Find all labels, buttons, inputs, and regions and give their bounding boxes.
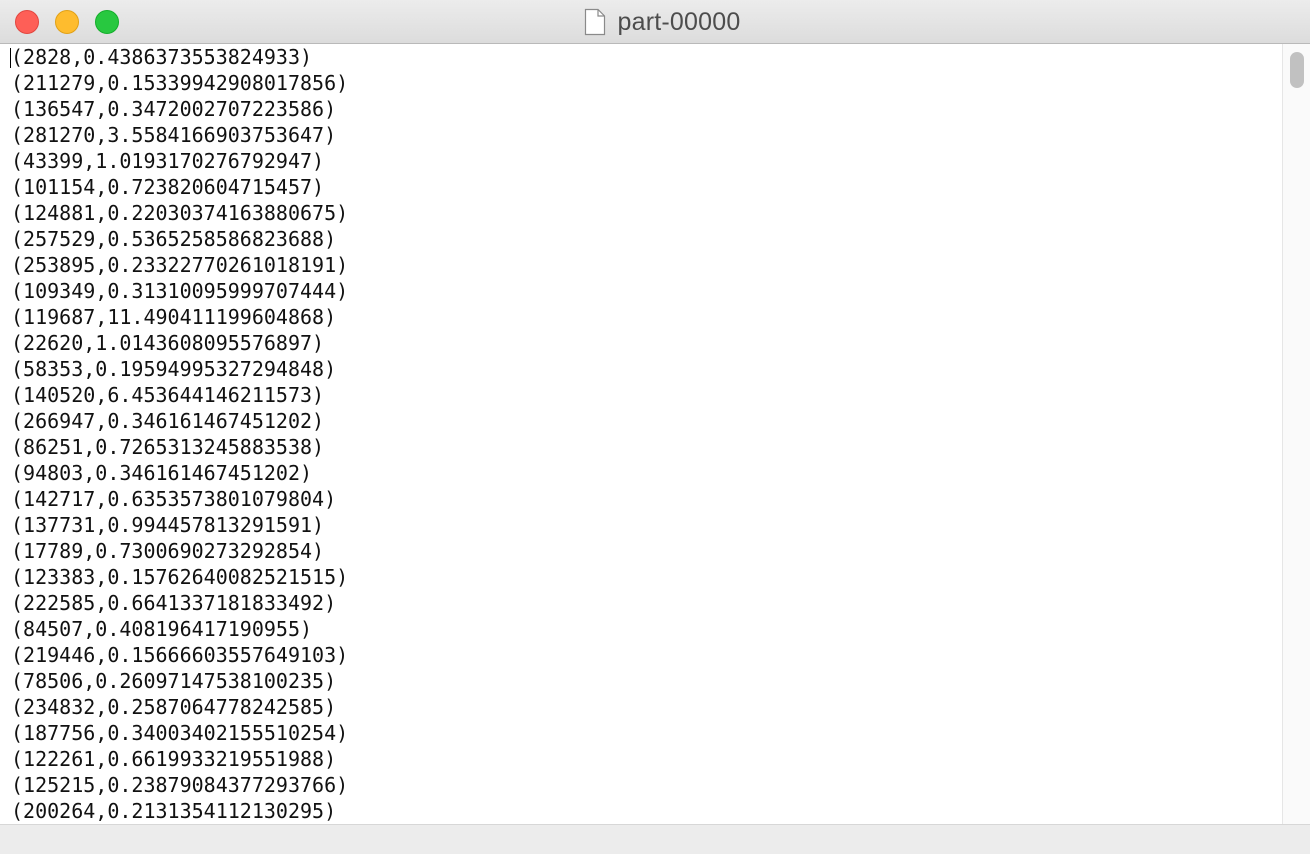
text-line[interactable]: (101154,0.723820604715457) xyxy=(11,174,348,200)
text-line[interactable]: (122261,0.6619933219551988) xyxy=(11,746,348,772)
vertical-scrollbar[interactable] xyxy=(1282,44,1310,824)
text-area[interactable]: (2828,0.4386373553824933) (211279,0.1533… xyxy=(0,44,1282,824)
text-line[interactable]: (211279,0.15339942908017856) xyxy=(11,70,348,96)
text-line[interactable]: (86251,0.7265313245883538) xyxy=(11,434,348,460)
text-line[interactable]: (257529,0.5365258586823688) xyxy=(11,226,348,252)
text-line[interactable]: (187756,0.34003402155510254) xyxy=(11,720,348,746)
text-line[interactable]: (136547,0.3472002707223586) xyxy=(11,96,348,122)
text-lines: (2828,0.4386373553824933) (211279,0.1533… xyxy=(11,44,348,824)
scrollbar-thumb[interactable] xyxy=(1290,52,1304,88)
text-line[interactable]: (200264,0.2131354112130295) xyxy=(11,798,348,824)
text-line[interactable]: (123383,0.15762640082521515) xyxy=(11,564,348,590)
title-bar[interactable]: part-00000 xyxy=(0,0,1310,44)
text-line[interactable]: (142717,0.6353573801079804) xyxy=(11,486,348,512)
text-line[interactable]: (266947,0.346161467451202) xyxy=(11,408,348,434)
text-line[interactable]: (22620,1.0143608095576897) xyxy=(11,330,348,356)
text-line[interactable]: (109349,0.31310095999707444) xyxy=(11,278,348,304)
text-line[interactable]: (43399,1.0193170276792947) xyxy=(11,148,348,174)
text-line[interactable]: (219446,0.15666603557649103) xyxy=(11,642,348,668)
text-line[interactable]: (84507,0.408196417190955) xyxy=(11,616,348,642)
text-line[interactable]: (140520,6.453644146211573) xyxy=(11,382,348,408)
text-line[interactable]: (2828,0.4386373553824933) xyxy=(11,44,348,70)
text-line[interactable]: (137731,0.994457813291591) xyxy=(11,512,348,538)
window-title: part-00000 xyxy=(617,7,741,36)
text-line[interactable]: (234832,0.2587064778242585) xyxy=(11,694,348,720)
text-line[interactable]: (281270,3.5584166903753647) xyxy=(11,122,348,148)
text-line[interactable]: (124881,0.22030374163880675) xyxy=(11,200,348,226)
window-title-group: part-00000 xyxy=(0,0,1310,44)
window-bottom-bar xyxy=(0,824,1310,854)
text-line[interactable]: (125215,0.23879084377293766) xyxy=(11,772,348,798)
text-line[interactable]: (119687,11.490411199604868) xyxy=(11,304,348,330)
text-line[interactable]: (94803,0.346161467451202) xyxy=(11,460,348,486)
text-editor-window: part-00000 (2828,0.4386373553824933) (21… xyxy=(0,0,1310,854)
text-line[interactable]: (17789,0.7300690273292854) xyxy=(11,538,348,564)
text-line[interactable]: (253895,0.23322770261018191) xyxy=(11,252,348,278)
text-line[interactable]: (222585,0.6641337181833492) xyxy=(11,590,348,616)
text-line[interactable]: (58353,0.19594995327294848) xyxy=(11,356,348,382)
text-line[interactable]: (78506,0.26097147538100235) xyxy=(11,668,348,694)
document-icon xyxy=(584,8,605,36)
